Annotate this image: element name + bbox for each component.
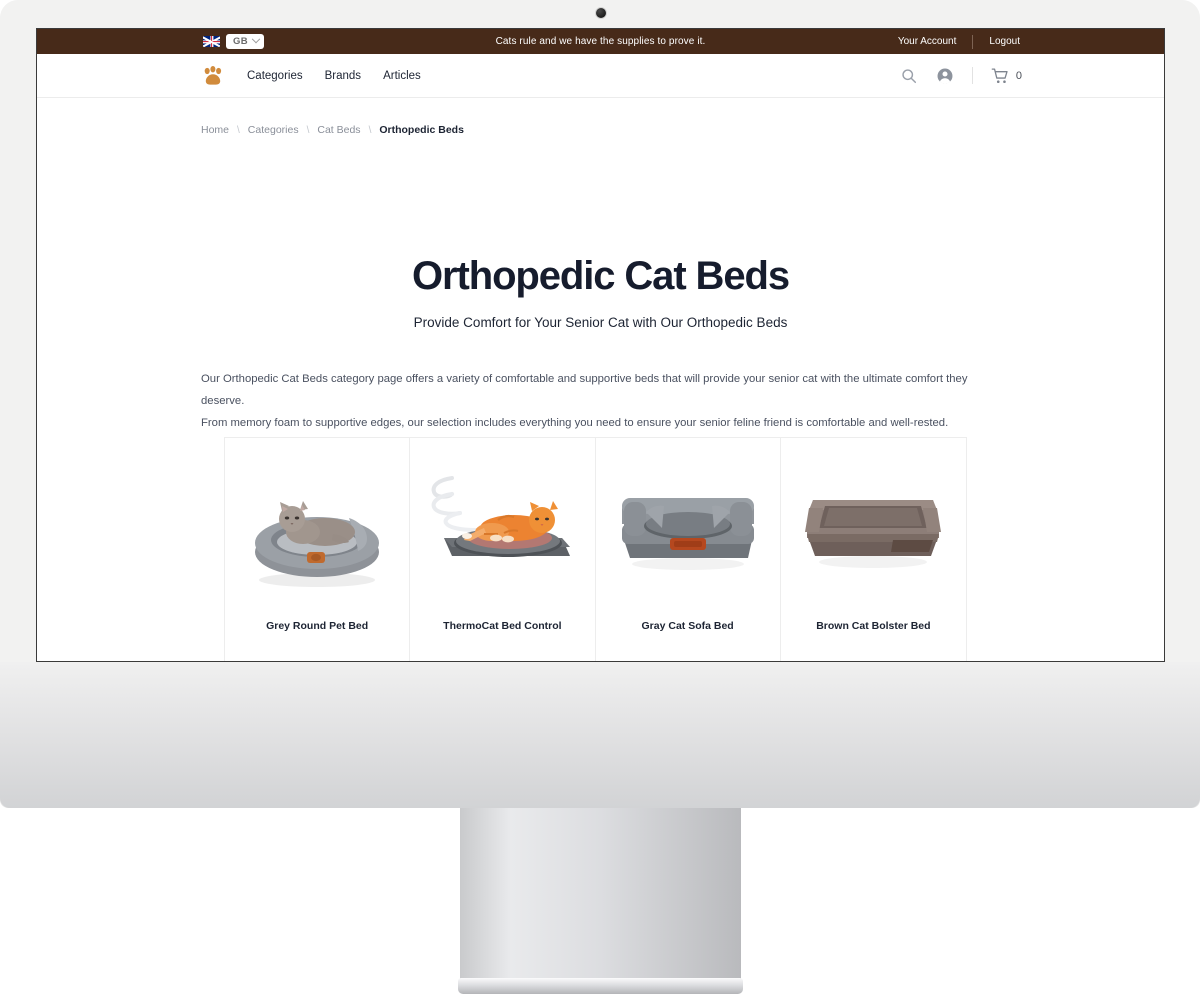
browser-viewport: GB Cats rule and we have the supplies to… [36,28,1165,662]
page-description-line-1: Our Orthopedic Cat Beds category page of… [201,373,968,408]
breadcrumb-item-current: Orthopedic Beds [379,124,464,136]
utility-bar: GB Cats rule and we have the supplies to… [37,29,1164,54]
monitor-stand-neck [460,808,741,986]
nav-link-articles[interactable]: Articles [383,70,421,82]
logout-link[interactable]: Logout [989,36,1020,47]
monitor-stand-base [458,978,743,994]
search-icon[interactable] [900,67,918,85]
page-title: Orthopedic Cat Beds [412,254,790,298]
monitor-chin [0,662,1200,808]
breadcrumb-item-cat-beds[interactable]: Cat Beds [317,124,360,136]
nav-right-group: 0 [900,67,1022,85]
breadcrumb-separator: \ [306,124,310,136]
divider [972,34,974,49]
paw-logo-icon[interactable] [201,65,225,87]
cart-button[interactable]: 0 [991,67,1022,85]
breadcrumb: Home \ Categories \ Cat Beds \ Orthopedi… [201,124,464,136]
product-card[interactable]: ThermoCat Bed Control ★★★★½ 212 reviews … [410,438,596,661]
brown-rectangular-bolster-bed-image [793,448,953,596]
divider [971,67,973,84]
product-card[interactable]: Brown Cat Bolster Bed ★★★★★ 29 reviews £… [781,438,966,661]
breadcrumb-separator: \ [368,124,372,136]
gray-sofa-style-bolster-bed-image [608,448,768,596]
cart-item-count: 0 [1015,69,1022,82]
grey-round-pet-bed-with-grey-cat-image [237,448,397,596]
product-name: ThermoCat Bed Control [443,620,562,632]
nav-link-brands[interactable]: Brands [325,70,361,82]
breadcrumb-item-home[interactable]: Home [201,124,229,136]
heated-grey-mat-with-orange-cat-image [422,448,582,596]
account-circle-icon[interactable] [936,67,954,85]
page-description-line-2: From memory foam to supportive edges, ou… [201,417,949,430]
account-links: Your Account Logout [898,34,1020,49]
product-name: Gray Cat Sofa Bed [641,620,734,632]
product-card[interactable]: Grey Round Pet Bed ★★★★½ 103 reviews £30… [225,438,411,661]
product-name: Brown Cat Bolster Bed [816,620,931,632]
breadcrumb-separator: \ [237,124,240,136]
webcam-icon [596,8,606,18]
main-navigation: Categories Brands Articles 0 [37,54,1164,98]
product-grid: Grey Round Pet Bed ★★★★½ 103 reviews £30… [224,437,967,661]
page-subtitle: Provide Comfort for Your Senior Cat with… [413,315,788,330]
your-account-link[interactable]: Your Account [898,36,957,47]
nav-left-group: Categories Brands Articles [201,65,421,87]
shopping-cart-icon [991,67,1009,85]
page-description: Our Orthopedic Cat Beds category page of… [201,368,1001,434]
breadcrumb-item-categories[interactable]: Categories [248,124,299,136]
product-card[interactable]: Gray Cat Sofa Bed ★★★★½ 69 reviews £50.7… [596,438,781,661]
product-name: Grey Round Pet Bed [266,620,369,632]
nav-link-categories[interactable]: Categories [247,70,303,82]
